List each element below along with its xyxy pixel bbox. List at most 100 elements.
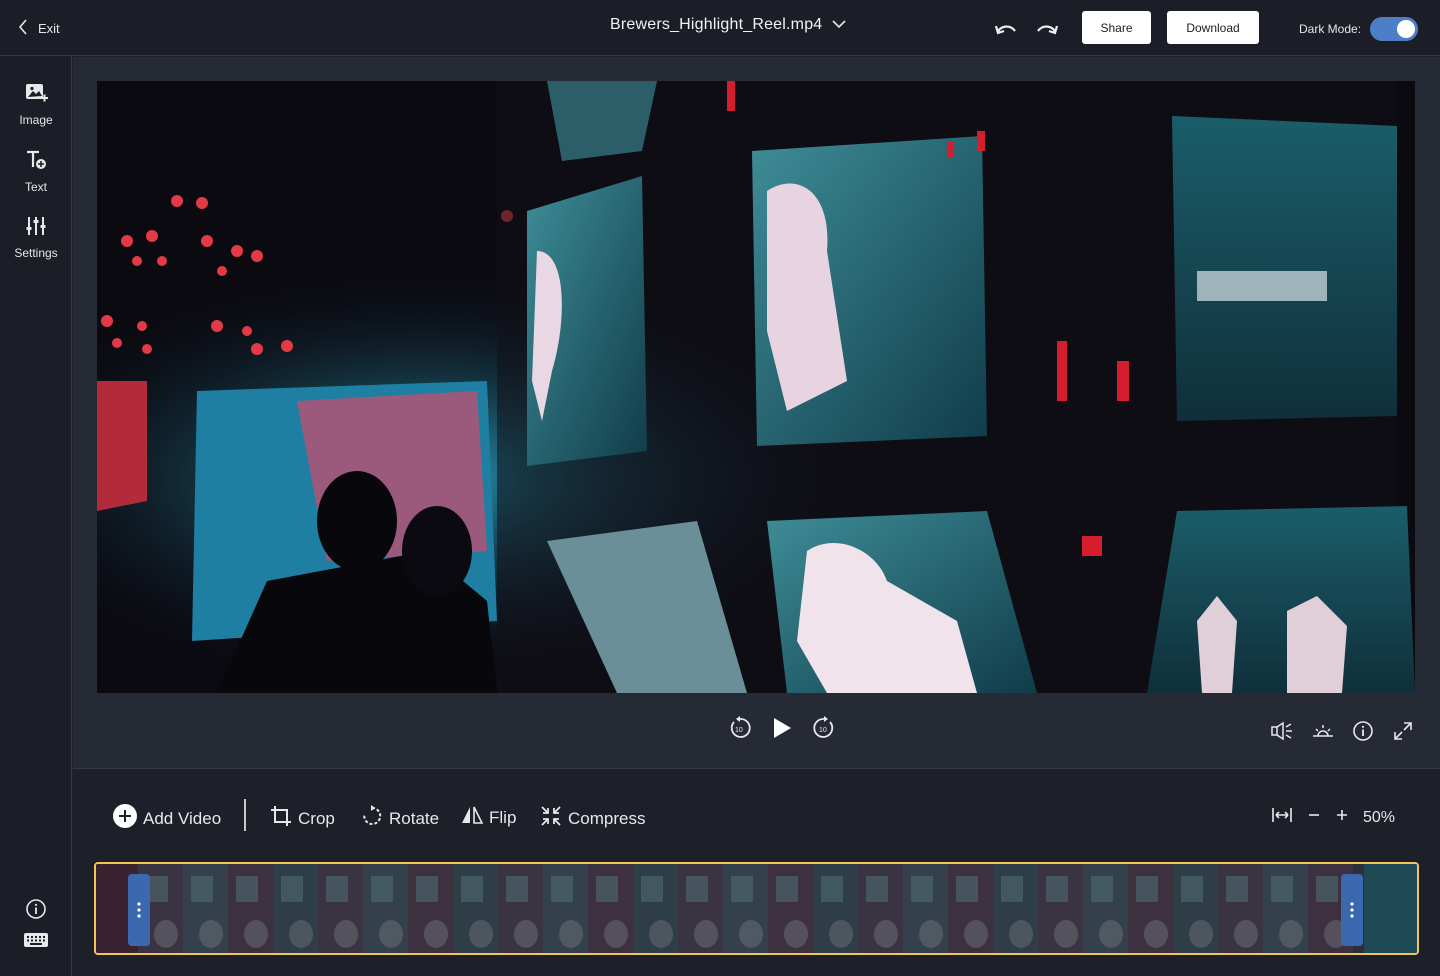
redo-icon[interactable] xyxy=(1033,16,1061,40)
thumbnail-screen xyxy=(326,876,348,902)
zoom-controls: 50% xyxy=(1271,807,1395,828)
thumbnail-figure xyxy=(1144,920,1168,948)
thumbnail-screen xyxy=(866,876,888,902)
fullscreen-icon[interactable] xyxy=(1391,719,1415,743)
keyboard-icon[interactable] xyxy=(23,930,49,950)
grip-icon xyxy=(1350,902,1354,918)
thumbnail-screen xyxy=(731,876,753,902)
exit-label: Exit xyxy=(38,20,60,36)
file-name-dropdown[interactable]: Brewers_Highlight_Reel.mp4 xyxy=(610,16,846,34)
undo-icon[interactable] xyxy=(992,16,1020,40)
thumbnail-screen xyxy=(821,876,843,902)
sidebar-item-text[interactable]: Text xyxy=(0,149,72,194)
file-name: Brewers_Highlight_Reel.mp4 xyxy=(610,16,823,33)
timeline-start-handle[interactable] xyxy=(128,874,150,946)
thumbnail-figure xyxy=(199,920,223,948)
thumbnail-screen xyxy=(236,876,258,902)
sidebar-item-label: Text xyxy=(24,180,47,194)
thumbnail-figure xyxy=(379,920,403,948)
thumbnail-figure xyxy=(829,920,853,948)
thumbnail-figure xyxy=(874,920,898,948)
thumbnail-figure xyxy=(1279,920,1303,948)
sidebar-item-settings[interactable]: Settings xyxy=(0,215,72,260)
top-bar: Exit Brewers_Highlight_Reel.mp4 Share Do… xyxy=(0,0,1440,56)
thumbnail-screen xyxy=(506,876,528,902)
flip-button[interactable]: Flip xyxy=(461,805,516,830)
exit-button[interactable]: Exit xyxy=(18,18,60,38)
chevron-down-icon xyxy=(832,16,846,34)
volume-icon[interactable] xyxy=(1271,719,1295,743)
compress-label: Compress xyxy=(568,808,646,828)
timeline-thumbnails xyxy=(96,864,1417,953)
edit-toolbar: Add Video Crop Rotate Flip Compress 50% xyxy=(73,769,1440,861)
dark-mode-control: Dark Mode: xyxy=(1299,17,1419,41)
thumbnail-screen xyxy=(776,876,798,902)
rewind-seconds: 10 xyxy=(735,727,743,734)
add-video-button[interactable]: Add Video xyxy=(113,804,221,833)
sidebar-item-label: Settings xyxy=(14,246,58,260)
rewind-10-icon[interactable]: 10 xyxy=(728,716,752,740)
crop-label: Crop xyxy=(298,808,335,828)
thumbnail-figure xyxy=(514,920,538,948)
thumbnail-screen xyxy=(1001,876,1023,902)
info-icon[interactable] xyxy=(24,897,48,921)
thumbnail-screen xyxy=(1046,876,1068,902)
play-icon[interactable] xyxy=(770,716,794,740)
playback-controls: 10 10 xyxy=(728,716,836,740)
zoom-in-icon[interactable] xyxy=(1335,808,1349,827)
timeline-end-handle[interactable] xyxy=(1341,874,1363,946)
thumbnail-screen xyxy=(1136,876,1158,902)
thumbnail-screen xyxy=(1181,876,1203,902)
thumbnail-figure xyxy=(244,920,268,948)
brightness-icon[interactable] xyxy=(1311,719,1335,743)
thumbnail-screen xyxy=(551,876,573,902)
thumbnail-screen xyxy=(281,876,303,902)
compress-button[interactable]: Compress xyxy=(540,805,645,832)
thumbnail-figure xyxy=(1054,920,1078,948)
video-preview[interactable] xyxy=(97,81,1415,693)
thumbnail-figure xyxy=(1009,920,1033,948)
thumbnail-figure xyxy=(649,920,673,948)
crop-icon xyxy=(270,805,292,832)
crop-button[interactable]: Crop xyxy=(270,805,335,832)
left-sidebar: Image Text Settings xyxy=(0,56,72,976)
info-icon[interactable] xyxy=(1351,719,1375,743)
video-frame-image xyxy=(97,81,1415,693)
thumbnail-figure xyxy=(334,920,358,948)
thumbnail-figure xyxy=(604,920,628,948)
sidebar-item-image[interactable]: Image xyxy=(0,82,72,127)
thumbnail-screen xyxy=(461,876,483,902)
dark-mode-toggle[interactable] xyxy=(1370,17,1419,41)
rotate-button[interactable]: Rotate xyxy=(361,805,439,832)
thumbnail-figure xyxy=(739,920,763,948)
player-extra-controls xyxy=(1271,719,1415,743)
thumbnail-figure xyxy=(694,920,718,948)
rotate-label: Rotate xyxy=(389,808,440,828)
thumbnail-figure xyxy=(1234,920,1258,948)
timeline-track[interactable] xyxy=(94,862,1419,955)
sidebar-item-label: Image xyxy=(19,113,53,127)
thumbnail-screen xyxy=(1271,876,1293,902)
thumbnail-figure xyxy=(424,920,448,948)
video-stage: 10 10 xyxy=(73,57,1440,769)
forward-10-icon[interactable]: 10 xyxy=(812,716,836,740)
zoom-out-icon[interactable] xyxy=(1307,808,1321,827)
thumbnail-figure xyxy=(154,920,178,948)
fit-width-icon[interactable] xyxy=(1271,807,1293,828)
rotate-icon xyxy=(361,805,383,832)
zoom-value: 50% xyxy=(1363,808,1396,826)
add-text-icon xyxy=(24,149,48,174)
thumbnail-screen xyxy=(686,876,708,902)
thumbnail-screen xyxy=(1091,876,1113,902)
thumbnail-figure xyxy=(964,920,988,948)
thumbnail-screen xyxy=(191,876,213,902)
grip-icon xyxy=(137,902,141,918)
thumbnail-figure xyxy=(559,920,583,948)
share-button[interactable]: Share xyxy=(1082,11,1151,44)
thumbnail-screen xyxy=(911,876,933,902)
toolbar-divider xyxy=(244,799,246,831)
toggle-knob xyxy=(1397,20,1416,38)
thumbnail-figure xyxy=(1099,920,1123,948)
download-button[interactable]: Download xyxy=(1167,11,1259,44)
thumbnail-screen xyxy=(1316,876,1338,902)
